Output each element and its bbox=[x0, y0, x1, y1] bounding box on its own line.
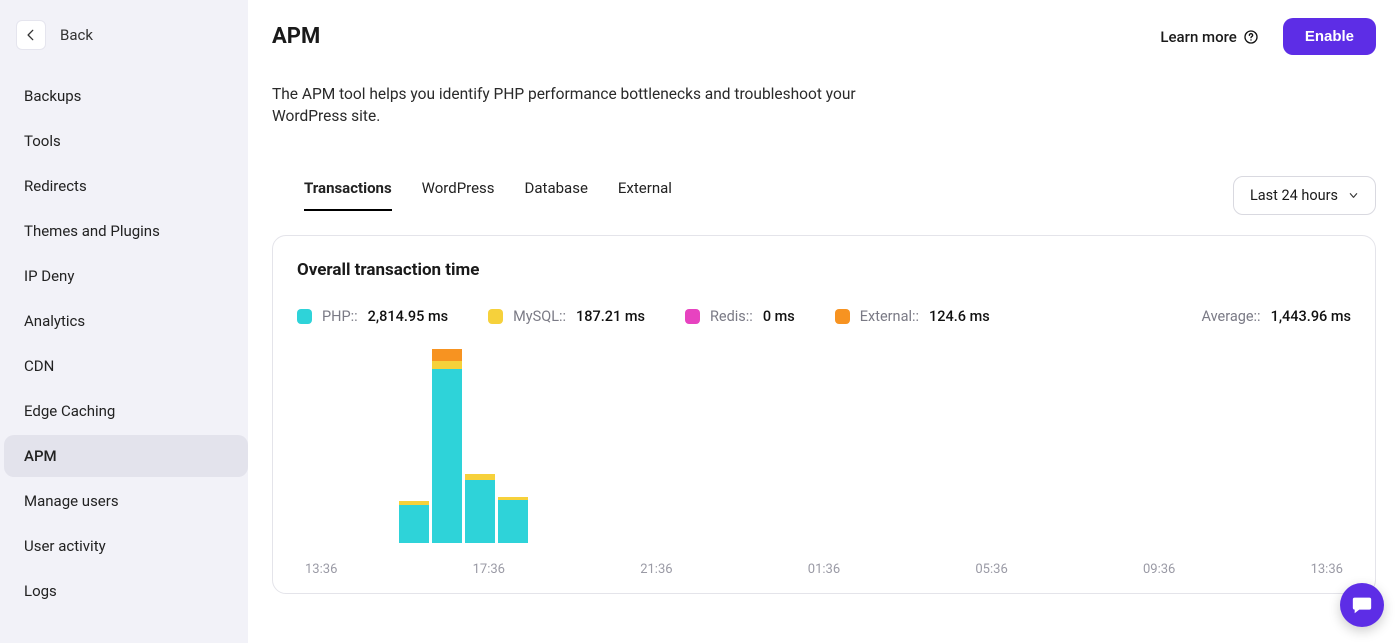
chart-bar bbox=[465, 474, 495, 543]
legend-value: 0 ms bbox=[763, 308, 795, 325]
controls-row: Transactions WordPress Database External La… bbox=[272, 176, 1376, 215]
legend-average: Average:: 1,443.96 ms bbox=[1201, 308, 1351, 325]
header-actions: Learn more Enable bbox=[1160, 18, 1376, 55]
sidebar-item-edge-caching[interactable]: Edge Caching bbox=[4, 390, 248, 432]
bar-segment-php bbox=[465, 480, 495, 543]
legend-item-php: PHP:: 2,814.95 ms bbox=[297, 308, 448, 325]
page-title: APM bbox=[272, 24, 320, 49]
chart-bar bbox=[399, 501, 429, 543]
legend-label: Redis:: bbox=[710, 308, 753, 325]
bar-segment-php bbox=[399, 505, 429, 543]
main-content: APM Learn more Enable The APM tool helps… bbox=[248, 0, 1400, 643]
legend-label: External:: bbox=[860, 308, 919, 325]
chat-icon bbox=[1351, 594, 1373, 616]
x-axis-tick: 13:36 bbox=[1311, 562, 1343, 577]
sidebar-item-manage-users[interactable]: Manage users bbox=[4, 480, 248, 522]
sidebar-item-ip-deny[interactable]: IP Deny bbox=[4, 255, 248, 297]
x-axis-tick: 17:36 bbox=[473, 562, 505, 577]
chat-widget[interactable] bbox=[1340, 583, 1384, 627]
legend-value: 187.21 ms bbox=[576, 308, 645, 325]
sidebar-item-tools[interactable]: Tools bbox=[4, 120, 248, 162]
bar-segment-mysql bbox=[432, 361, 462, 369]
page-header: APM Learn more Enable bbox=[272, 18, 1376, 55]
legend-value: 124.6 ms bbox=[929, 308, 990, 325]
chart-bars bbox=[399, 345, 1400, 543]
time-range-select[interactable]: Last 24 hours bbox=[1233, 176, 1376, 215]
sidebar-item-user-activity[interactable]: User activity bbox=[4, 525, 248, 567]
arrow-left-icon bbox=[24, 28, 38, 42]
sidebar: Back BackupsToolsRedirectsThemes and Plu… bbox=[0, 0, 248, 643]
average-value: 1,443.96 ms bbox=[1271, 308, 1351, 325]
x-axis-tick: 13:36 bbox=[305, 562, 337, 577]
legend-swatch bbox=[685, 309, 700, 324]
back-label: Back bbox=[60, 26, 93, 44]
legend-swatch bbox=[835, 309, 850, 324]
legend-label: PHP:: bbox=[322, 308, 358, 325]
x-axis-tick: 21:36 bbox=[640, 562, 672, 577]
tabs: Transactions WordPress Database External bbox=[272, 179, 672, 211]
legend-item-mysql: MySQL:: 187.21 ms bbox=[488, 308, 645, 325]
legend-item-external: External:: 124.6 ms bbox=[835, 308, 990, 325]
tab-wordpress[interactable]: WordPress bbox=[422, 179, 495, 211]
chart-bar bbox=[432, 349, 462, 543]
chart-card: Overall transaction time PHP:: 2,814.95 … bbox=[272, 235, 1376, 594]
tab-external[interactable]: External bbox=[618, 179, 672, 211]
time-range-label: Last 24 hours bbox=[1250, 187, 1338, 204]
tab-transactions[interactable]: Transactions bbox=[304, 179, 392, 211]
average-label: Average:: bbox=[1201, 308, 1260, 325]
legend-item-redis: Redis:: 0 ms bbox=[685, 308, 795, 325]
sidebar-item-cdn[interactable]: CDN bbox=[4, 345, 248, 387]
back-row: Back bbox=[0, 12, 248, 72]
legend-swatch bbox=[488, 309, 503, 324]
bar-segment-php bbox=[498, 500, 528, 543]
page-description: The APM tool helps you identify PHP perf… bbox=[272, 83, 862, 128]
learn-more-label: Learn more bbox=[1160, 28, 1236, 46]
enable-button[interactable]: Enable bbox=[1283, 18, 1376, 55]
chart-bar bbox=[498, 497, 528, 543]
chart-area: 13:36 17:36 21:36 01:36 05:36 09:36 13:36 bbox=[297, 345, 1351, 577]
x-axis-tick: 01:36 bbox=[808, 562, 840, 577]
sidebar-item-analytics[interactable]: Analytics bbox=[4, 300, 248, 342]
chevron-down-icon bbox=[1348, 190, 1359, 201]
back-button[interactable] bbox=[16, 20, 46, 50]
legend-swatch bbox=[297, 309, 312, 324]
sidebar-item-redirects[interactable]: Redirects bbox=[4, 165, 248, 207]
sidebar-item-themes-and-plugins[interactable]: Themes and Plugins bbox=[4, 210, 248, 252]
help-circle-icon bbox=[1243, 29, 1259, 45]
tab-database[interactable]: Database bbox=[525, 179, 588, 211]
sidebar-item-apm[interactable]: APM bbox=[4, 435, 248, 477]
bar-segment-external bbox=[432, 349, 462, 361]
x-axis-tick: 05:36 bbox=[975, 562, 1007, 577]
legend-value: 2,814.95 ms bbox=[368, 308, 448, 325]
sidebar-item-backups[interactable]: Backups bbox=[4, 75, 248, 117]
legend-label: MySQL:: bbox=[513, 308, 566, 325]
x-axis-tick: 09:36 bbox=[1143, 562, 1175, 577]
sidebar-item-logs[interactable]: Logs bbox=[4, 570, 248, 612]
learn-more-link[interactable]: Learn more bbox=[1160, 28, 1258, 46]
chart-legend: PHP:: 2,814.95 ms MySQL:: 187.21 ms Redis:… bbox=[297, 308, 1351, 325]
chart-x-axis: 13:36 17:36 21:36 01:36 05:36 09:36 13:36 bbox=[297, 562, 1351, 577]
bar-segment-php bbox=[432, 369, 462, 543]
chart-title: Overall transaction time bbox=[297, 260, 1351, 280]
